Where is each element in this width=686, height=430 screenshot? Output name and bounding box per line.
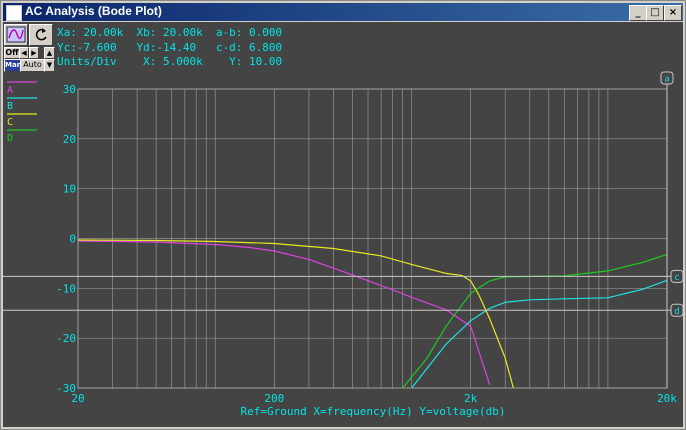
legend-label-B: B bbox=[7, 101, 13, 112]
y-tick-label: 20 bbox=[63, 133, 76, 146]
legend-label-D: D bbox=[7, 133, 13, 144]
cursor-layer: a c d bbox=[3, 71, 683, 388]
maximize-button[interactable]: □ bbox=[646, 5, 664, 21]
grid-layer bbox=[77, 88, 668, 389]
x-tick-labels: 20 200 2k 20k bbox=[71, 392, 677, 405]
close-button[interactable]: × bbox=[664, 5, 682, 21]
bode-chart: acd ABCD 3020100-10-20-30 20 200 2k 20k Ref… bbox=[3, 71, 683, 418]
y-tick-labels: 3020100-10-20-30 bbox=[56, 83, 76, 395]
cursor-c-tag: c bbox=[674, 273, 679, 283]
curve-B bbox=[411, 279, 668, 389]
legend: ABCD bbox=[7, 81, 37, 144]
curve-D bbox=[402, 253, 668, 389]
cursor-d-tag: d bbox=[674, 307, 679, 317]
y-tick-label: 10 bbox=[63, 183, 76, 196]
y-tick-label: 0 bbox=[69, 233, 76, 246]
window-title: AC Analysis (Bode Plot) bbox=[25, 4, 162, 18]
y-tick-label: -10 bbox=[56, 282, 76, 295]
cursor-a-tag: a bbox=[664, 75, 669, 85]
legend-label-C: C bbox=[7, 117, 13, 128]
curve-A bbox=[77, 240, 491, 386]
x-tick-label: 200 bbox=[264, 392, 284, 405]
y-tick-label: 30 bbox=[63, 83, 76, 96]
minimize-button[interactable]: _ bbox=[629, 5, 647, 21]
x-tick-label: 2k bbox=[464, 392, 478, 405]
title-bar[interactable]: AC Analysis (Bode Plot) _ □ × bbox=[3, 3, 683, 21]
x-axis-label: Ref=Ground X=frequency(Hz) Y=voltage(db) bbox=[241, 405, 506, 418]
app-icon bbox=[6, 5, 22, 21]
curve-layer bbox=[77, 239, 668, 389]
y-tick-label: -20 bbox=[56, 332, 76, 345]
legend-label-A: A bbox=[7, 85, 13, 96]
bode-plot-window: AC Analysis (Bode Plot) _ □ × Off ◀ ▶ ▲ … bbox=[0, 0, 686, 430]
x-tick-label: 20k bbox=[657, 392, 677, 405]
x-tick-label: 20 bbox=[71, 392, 84, 405]
plot-area: Off ◀ ▶ ▲ Man Auto ▼ Xa: 20.00k Xb: 20.0… bbox=[3, 22, 683, 427]
curve-C bbox=[77, 239, 514, 389]
